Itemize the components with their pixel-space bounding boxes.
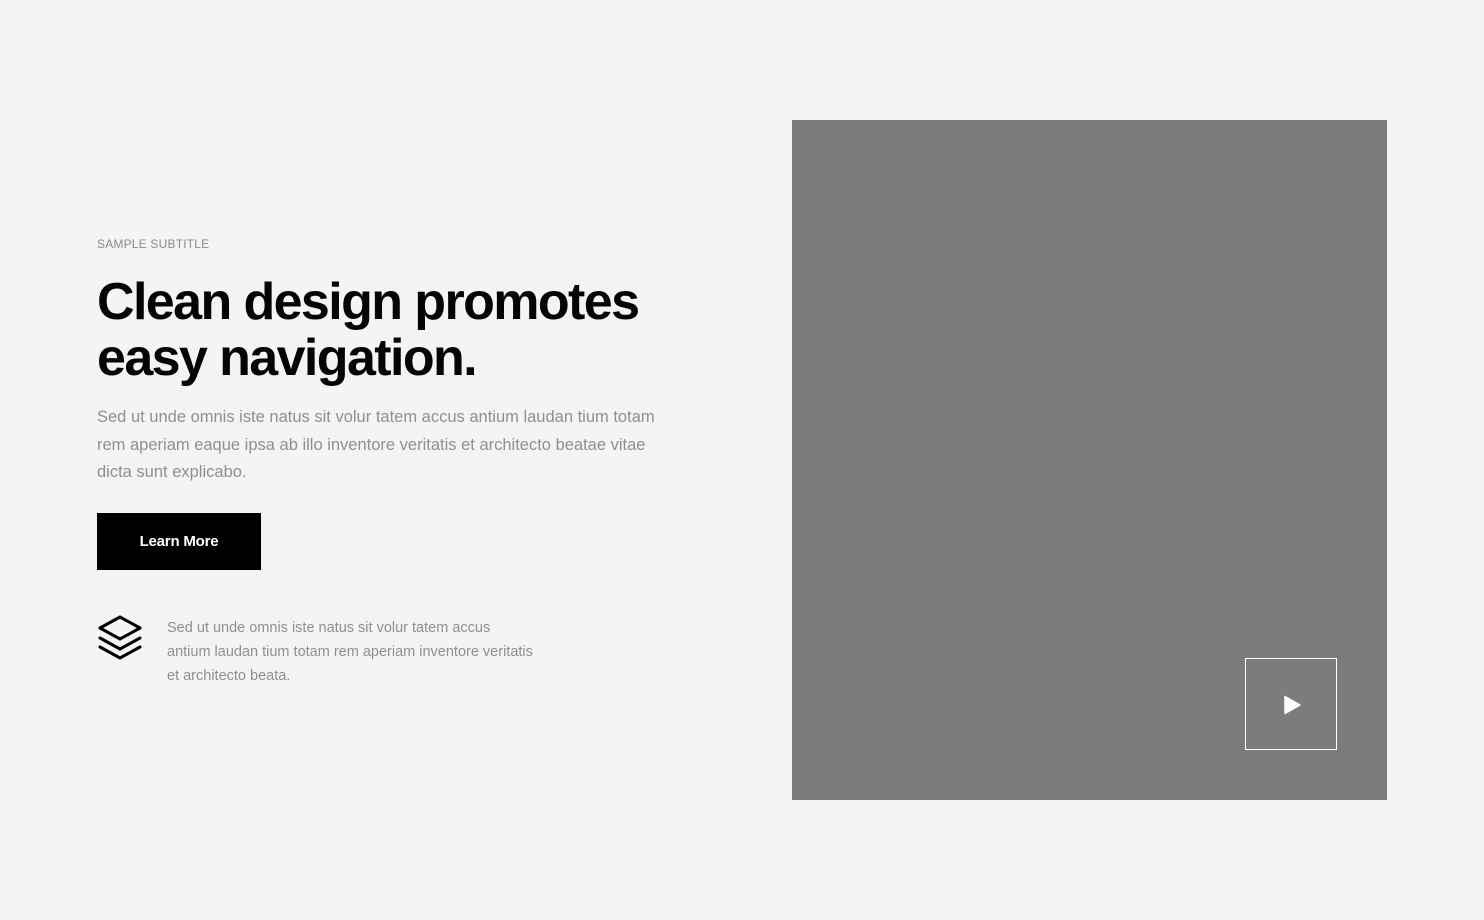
hero-text-block: SAMPLE SUBTITLE Clean design promotes ea…	[97, 236, 677, 487]
layers-icon	[97, 614, 143, 662]
hero-description: Sed ut unde omnis iste natus sit volur t…	[97, 408, 655, 481]
hero-title-line-2: easy navigation.	[97, 329, 478, 387]
hero-title-line-1: Clean design promotes	[97, 273, 640, 331]
hero-title: Clean design promotes easy navigation.	[97, 274, 677, 386]
play-button[interactable]	[1245, 658, 1337, 750]
play-icon	[1284, 695, 1301, 715]
video-placeholder	[792, 120, 1387, 800]
learn-more-button[interactable]: Learn More	[97, 513, 261, 570]
hero-subtitle: SAMPLE SUBTITLE	[97, 237, 210, 251]
feature-text: Sed ut unde omnis iste natus sit volur t…	[167, 620, 533, 684]
